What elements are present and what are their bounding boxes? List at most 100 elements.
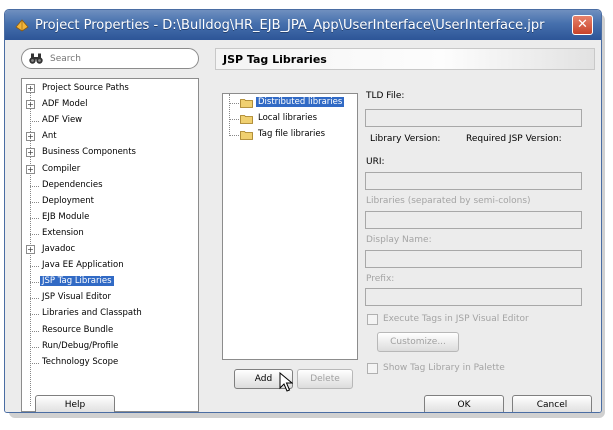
folder-icon bbox=[240, 115, 253, 124]
customize-button-label: Customize... bbox=[390, 337, 446, 347]
library-category-label: Local libraries bbox=[258, 113, 318, 123]
nav-item-label: Run/Debug/Profile bbox=[42, 340, 119, 351]
project-properties-dialog: Project Properties - D:\Bulldog\HR_EJB_J… bbox=[4, 9, 602, 413]
delete-button-label: Delete bbox=[310, 374, 340, 384]
dialog-body: + Project Source Paths + ADF Model ADF View +… bbox=[5, 40, 601, 412]
expand-icon[interactable]: + bbox=[26, 132, 35, 142]
nav-item[interactable]: Technology Scope bbox=[22, 356, 198, 370]
tree-connector bbox=[30, 314, 39, 316]
expand-icon[interactable]: + bbox=[26, 245, 35, 254]
nav-item-label: Ant bbox=[42, 131, 57, 142]
binoculars-icon bbox=[29, 53, 43, 64]
tree-connector bbox=[30, 266, 39, 268]
nav-item-label: JSP Tag Libraries bbox=[40, 276, 114, 287]
help-button[interactable]: Help bbox=[35, 395, 115, 412]
tree-connector bbox=[30, 185, 39, 187]
nav-item[interactable]: + Ant bbox=[22, 130, 198, 144]
ok-button-label: OK bbox=[457, 400, 471, 410]
tree-connector bbox=[30, 217, 39, 219]
show-in-palette-checkbox[interactable] bbox=[367, 363, 378, 374]
search-input[interactable] bbox=[50, 51, 190, 66]
nav-item[interactable]: + Project Source Paths bbox=[22, 82, 198, 96]
nav-item-label: Javadoc bbox=[42, 244, 76, 254]
nav-item[interactable]: Dependencies bbox=[22, 179, 198, 193]
nav-item-label: ADF Model bbox=[42, 99, 88, 110]
nav-item-label: EJB Module bbox=[42, 211, 90, 222]
category-tree[interactable]: + Project Source Paths + ADF Model ADF View +… bbox=[21, 78, 199, 412]
tree-connector bbox=[30, 282, 39, 284]
nav-item[interactable]: ADF View bbox=[22, 114, 198, 128]
nav-item[interactable]: Resource Bundle bbox=[22, 324, 198, 338]
nav-item-label: JSP Visual Editor bbox=[42, 292, 111, 303]
uri-field[interactable] bbox=[365, 172, 582, 190]
nav-item[interactable]: Java EE Application bbox=[22, 259, 198, 273]
tree-connector bbox=[229, 103, 239, 104]
nav-item[interactable]: Run/Debug/Profile bbox=[22, 340, 198, 354]
folder-icon bbox=[240, 131, 253, 140]
execute-tags-label: Execute Tags in JSP Visual Editor bbox=[383, 314, 529, 324]
nav-item[interactable]: JSP Visual Editor bbox=[22, 291, 198, 305]
show-in-palette-label: Show Tag Library in Palette bbox=[383, 363, 505, 373]
nav-item[interactable]: EJB Module bbox=[22, 211, 198, 225]
library-tree[interactable]: Distributed libraries Local libraries Tag … bbox=[222, 93, 358, 360]
uri-label: URI: bbox=[366, 157, 385, 167]
tree-connector bbox=[30, 233, 39, 235]
nav-item[interactable]: + ADF Model bbox=[22, 98, 198, 112]
tree-connector bbox=[30, 346, 39, 348]
nav-item-label: Business Components bbox=[42, 147, 136, 158]
library-category-label: Distributed libraries bbox=[256, 97, 345, 107]
nav-item[interactable]: Extension bbox=[22, 227, 198, 241]
help-button-label: Help bbox=[64, 400, 86, 410]
nav-item[interactable]: + Business Components bbox=[22, 146, 198, 160]
nav-item-label: ADF View bbox=[42, 115, 83, 126]
nav-item[interactable]: + Javadoc bbox=[22, 243, 198, 257]
expand-icon[interactable]: + bbox=[26, 100, 35, 110]
expand-icon[interactable]: + bbox=[26, 148, 35, 158]
mouse-pointer-icon bbox=[279, 372, 293, 392]
nav-item-label: Dependencies bbox=[42, 179, 103, 190]
library-category-item[interactable]: Local libraries bbox=[223, 112, 357, 127]
library-category-item[interactable]: Tag file libraries bbox=[223, 128, 357, 143]
cancel-button[interactable]: Cancel bbox=[512, 395, 592, 412]
tld-file-field[interactable] bbox=[365, 109, 582, 127]
nav-item-label: Extension bbox=[42, 227, 84, 238]
search-box[interactable] bbox=[21, 48, 199, 69]
libraries-field[interactable] bbox=[365, 211, 582, 229]
required-jsp-version-label: Required JSP Version: bbox=[466, 134, 562, 144]
nav-item[interactable]: + Compiler bbox=[22, 163, 198, 177]
tree-connector bbox=[30, 330, 39, 332]
execute-tags-checkbox[interactable] bbox=[367, 314, 378, 325]
panel-title: JSP Tag Libraries bbox=[223, 53, 327, 66]
display-name-field[interactable] bbox=[365, 250, 582, 268]
expand-icon[interactable]: + bbox=[26, 164, 35, 174]
tree-connector bbox=[30, 201, 39, 203]
libraries-label: Libraries (separated by semi-colons) bbox=[366, 196, 531, 206]
expand-icon[interactable]: + bbox=[26, 84, 35, 93]
nav-item-label: Technology Scope bbox=[42, 356, 119, 367]
tree-connector bbox=[30, 362, 39, 364]
library-category-item[interactable]: Distributed libraries bbox=[223, 96, 357, 111]
tree-connector bbox=[229, 119, 239, 120]
nav-item[interactable]: JSP Tag Libraries bbox=[22, 275, 198, 289]
ok-button[interactable]: OK bbox=[424, 395, 504, 412]
add-button-label: Add bbox=[254, 374, 273, 384]
nav-item-label: Resource Bundle bbox=[42, 324, 114, 335]
folder-icon bbox=[240, 99, 253, 108]
tree-connector bbox=[229, 135, 239, 136]
nav-item[interactable]: Libraries and Classpath bbox=[22, 307, 198, 321]
tree-connector bbox=[30, 298, 39, 300]
delete-button[interactable]: Delete bbox=[297, 369, 353, 389]
nav-item-label: Libraries and Classpath bbox=[42, 308, 142, 319]
library-version-label: Library Version: bbox=[370, 134, 441, 144]
prefix-field[interactable] bbox=[365, 288, 582, 306]
nav-item-label: Java EE Application bbox=[42, 260, 124, 271]
panel-header: JSP Tag Libraries bbox=[215, 48, 595, 70]
customize-button[interactable]: Customize... bbox=[377, 332, 459, 352]
title-bar[interactable]: Project Properties - D:\Bulldog\HR_EJB_J… bbox=[5, 10, 601, 40]
nav-item[interactable]: Deployment bbox=[22, 195, 198, 209]
tree-connector bbox=[30, 121, 39, 123]
nav-item-label: Project Source Paths bbox=[42, 83, 129, 93]
library-category-label: Tag file libraries bbox=[258, 129, 326, 139]
close-button[interactable]: ✕ bbox=[572, 15, 593, 35]
tld-file-label: TLD File: bbox=[366, 91, 405, 101]
